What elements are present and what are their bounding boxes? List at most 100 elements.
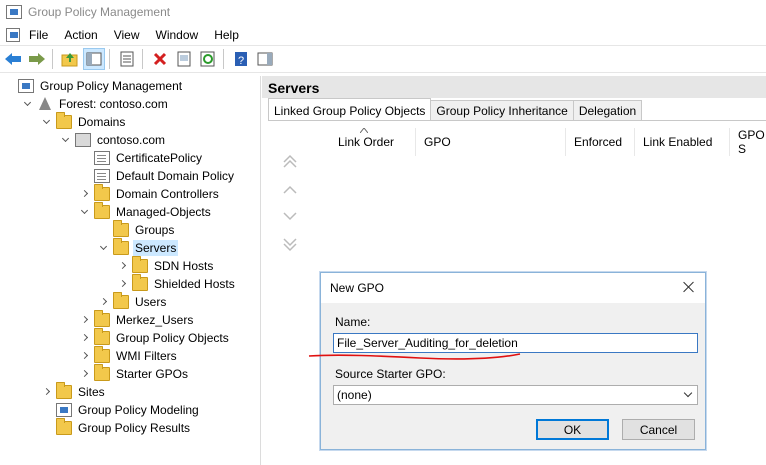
close-icon[interactable] <box>683 281 695 293</box>
tree-item[interactable]: Sites <box>42 382 107 401</box>
up-folder-icon[interactable] <box>59 48 81 70</box>
dialog-title-bar: New GPO <box>321 273 705 303</box>
move-bottom-icon[interactable] <box>282 236 298 252</box>
tree-item[interactable]: Servers <box>99 238 179 257</box>
tree-item[interactable]: Merkez_Users <box>80 310 195 329</box>
refresh-icon[interactable] <box>197 48 219 70</box>
export-list-icon[interactable] <box>173 48 195 70</box>
tree-item-label: SDN Hosts <box>154 259 214 273</box>
system-menu-icon[interactable] <box>6 27 20 42</box>
tab-linked-gpos[interactable]: Linked Group Policy Objects <box>268 98 432 120</box>
col-gpo[interactable]: GPO <box>416 128 566 156</box>
move-down-icon[interactable] <box>282 208 298 224</box>
chevron-right-icon[interactable] <box>80 351 90 361</box>
tree-item[interactable]: Group Policy Results <box>42 418 192 437</box>
gpm-icon <box>56 403 72 417</box>
menu-view[interactable]: View <box>113 28 149 42</box>
tree-item-label: Domains <box>78 115 126 129</box>
menu-action[interactable]: Action <box>63 28 106 42</box>
forward-icon[interactable] <box>26 48 48 70</box>
window-title: Group Policy Management <box>28 5 171 19</box>
source-starter-label: Source Starter GPO: <box>335 367 446 381</box>
menu-file[interactable]: File <box>28 28 57 42</box>
chevron-right-icon[interactable] <box>99 297 109 307</box>
tree-item[interactable]: CertificatePolicy <box>80 149 204 167</box>
gpm-icon <box>18 79 34 93</box>
tab-delegation[interactable]: Delegation <box>572 100 643 120</box>
tree-item-label: Servers <box>133 240 179 256</box>
tab-strip: Linked Group Policy Objects Group Policy… <box>268 98 643 120</box>
tree-item[interactable]: Default Domain Policy <box>80 167 236 185</box>
move-top-icon[interactable] <box>282 154 298 170</box>
gpo-link-icon <box>94 169 110 183</box>
tree-item[interactable]: Starter GPOs <box>80 364 190 383</box>
chevron-down-icon[interactable] <box>42 117 52 127</box>
folder-icon <box>56 382 72 399</box>
tree-item[interactable]: Domains <box>42 112 127 131</box>
col-gpo-status[interactable]: GPO S <box>730 128 766 156</box>
col-enforced[interactable]: Enforced <box>566 128 635 156</box>
tree-item[interactable]: Domain Controllers <box>80 184 221 203</box>
tree-item-label: Group Policy Results <box>78 421 191 435</box>
toolbar: ? <box>0 45 766 73</box>
col-link-enabled[interactable]: Link Enabled <box>635 128 730 156</box>
menu-window[interactable]: Window <box>155 28 208 42</box>
tree-item-label: Domain Controllers <box>116 187 219 201</box>
tree-item-label: CertificatePolicy <box>116 151 203 165</box>
col-link-order[interactable]: Link Order <box>330 128 416 156</box>
tree-item[interactable]: WMI Filters <box>80 346 179 365</box>
gpo-name-input[interactable] <box>333 333 698 353</box>
folder-icon <box>56 418 72 435</box>
chevron-right-icon[interactable] <box>80 369 90 379</box>
tree-item[interactable]: SDN Hosts <box>118 256 215 275</box>
chevron-right-icon[interactable] <box>80 333 90 343</box>
tab-divider <box>268 120 766 121</box>
properties-icon[interactable] <box>116 48 138 70</box>
tree-item[interactable]: Group Policy Objects <box>80 328 231 347</box>
chevron-right-icon[interactable] <box>118 261 128 271</box>
tree-item-label: Merkez_Users <box>116 313 194 327</box>
tree-item[interactable]: Groups <box>99 220 176 239</box>
chevron-down-icon[interactable] <box>99 243 109 253</box>
details-header: Servers <box>262 76 766 98</box>
name-label: Name: <box>335 315 371 329</box>
show-hide-tree-icon[interactable] <box>83 48 105 70</box>
tab-gp-inheritance[interactable]: Group Policy Inheritance <box>430 100 574 120</box>
show-action-pane-icon[interactable] <box>254 48 276 70</box>
toolbar-separator <box>109 49 110 69</box>
chevron-down-icon[interactable] <box>23 99 33 109</box>
tree-item[interactable]: Users <box>99 292 168 311</box>
back-icon[interactable] <box>2 48 24 70</box>
tree-item[interactable]: Group Policy Modeling <box>42 401 201 419</box>
tree-item[interactable]: Group Policy Management <box>4 77 184 95</box>
cancel-button[interactable]: Cancel <box>622 419 695 440</box>
toolbar-separator <box>52 49 53 69</box>
chevron-down-icon[interactable] <box>61 135 71 145</box>
chevron-right-icon[interactable] <box>80 189 90 199</box>
chevron-right-icon[interactable] <box>118 279 128 289</box>
tree-item-label: Starter GPOs <box>116 367 189 381</box>
tree-item[interactable]: contoso.com <box>61 131 167 149</box>
ok-button[interactable]: OK <box>536 419 609 440</box>
tree-item-label: contoso.com <box>97 133 166 147</box>
folder-icon <box>94 364 110 381</box>
tree-item-label: WMI Filters <box>116 349 177 363</box>
chevron-right-icon[interactable] <box>42 387 52 397</box>
move-up-icon[interactable] <box>282 182 298 198</box>
folder-icon <box>94 202 110 219</box>
tree-item[interactable]: Managed-Objects <box>80 202 213 221</box>
chevron-right-icon[interactable] <box>80 315 90 325</box>
help-icon[interactable]: ? <box>230 48 252 70</box>
tree-item[interactable]: Forest: contoso.com <box>23 95 170 113</box>
menu-help[interactable]: Help <box>213 28 248 42</box>
app-icon <box>6 5 22 19</box>
chevron-down-icon[interactable] <box>80 207 90 217</box>
tree-item-label: Managed-Objects <box>116 205 211 219</box>
toolbar-separator <box>142 49 143 69</box>
source-starter-select[interactable]: (none) <box>333 385 698 405</box>
chevron-down-icon <box>683 388 693 398</box>
delete-icon[interactable] <box>149 48 171 70</box>
tree-item[interactable]: Shielded Hosts <box>118 274 237 293</box>
source-starter-value: (none) <box>337 388 372 402</box>
domain-icon <box>75 133 91 147</box>
